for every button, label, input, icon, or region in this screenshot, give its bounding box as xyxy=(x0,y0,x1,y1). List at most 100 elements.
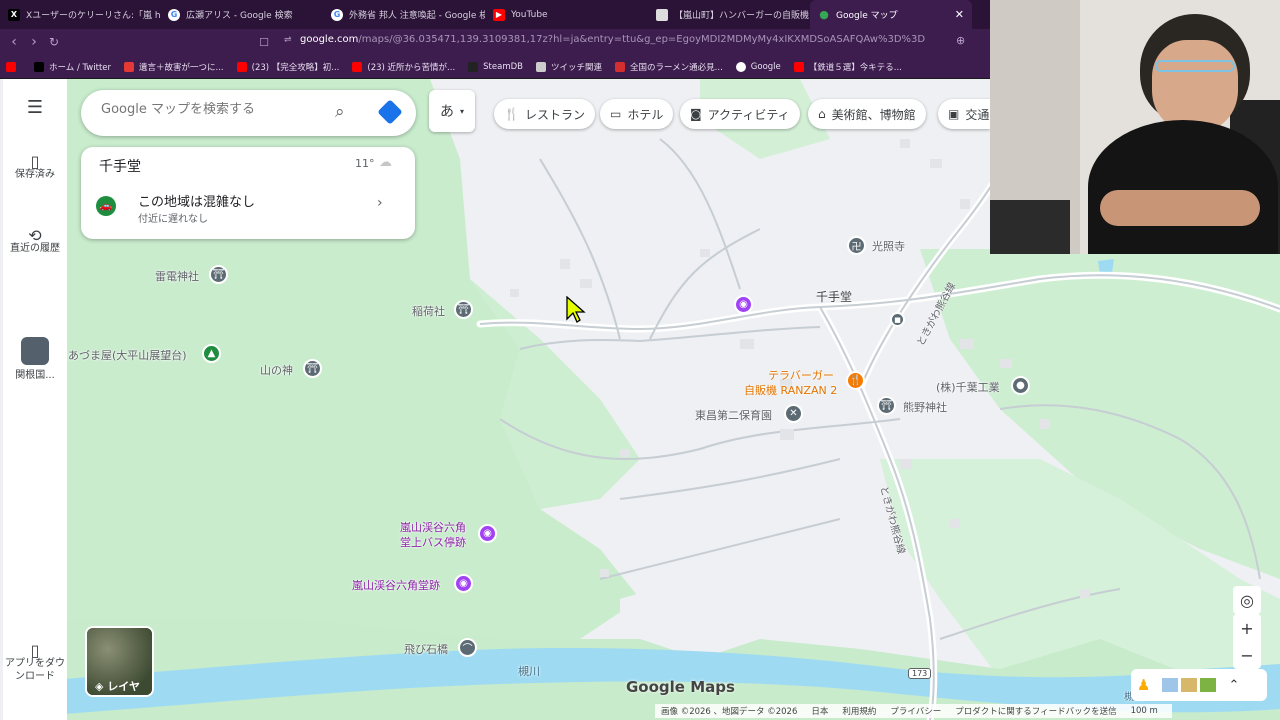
bridge-icon[interactable]: ⌒ xyxy=(458,638,477,657)
bookmark-item[interactable]: 【鉄道５選】今キテる... xyxy=(793,61,902,73)
transit-icon: ▣ xyxy=(948,107,960,121)
input-tools-button[interactable]: あ ▾ xyxy=(429,90,475,132)
bookmark-label: 【鉄道５選】今キテる... xyxy=(808,62,902,73)
business-icon[interactable]: ● xyxy=(1011,376,1030,395)
imagery-thumb[interactable] xyxy=(1200,678,1217,692)
bookmark-item[interactable]: ホーム / Twitter xyxy=(34,61,111,73)
place-label[interactable]: 嵐山渓谷六角堂跡 xyxy=(352,577,440,593)
chip-activities[interactable]: ◙ アクティビティ xyxy=(680,99,800,129)
place-label[interactable]: 飛び石橋 xyxy=(404,641,448,657)
shrine-icon[interactable]: ⛩ xyxy=(877,396,896,415)
place-label[interactable]: 山の神 xyxy=(260,362,293,378)
layers-button[interactable]: ◈ レイヤ xyxy=(85,626,154,697)
layers-icon: ◈ xyxy=(95,680,104,693)
place-label[interactable]: (株)千葉工業 xyxy=(936,379,1000,395)
rail-recent[interactable]: ⟲ 直近の履歴 xyxy=(3,228,67,255)
bookmark-item[interactable]: ツイッチ関連 xyxy=(535,61,602,73)
forward-icon[interactable]: › xyxy=(24,34,44,50)
shrine-icon[interactable]: ⛩ xyxy=(209,265,228,284)
directions-icon[interactable] xyxy=(377,99,403,125)
museum-icon: ⌂ xyxy=(818,107,826,121)
chip-restaurants[interactable]: 🍴 レストラン xyxy=(494,99,595,129)
chevron-up-icon[interactable]: ⌃ xyxy=(1228,678,1239,693)
footer-link[interactable]: 日本 xyxy=(811,705,828,717)
place-label[interactable]: 嵐山渓谷六角 xyxy=(400,519,466,535)
back-icon[interactable]: ‹ xyxy=(4,34,24,50)
place-label[interactable]: テラバーガー xyxy=(768,367,834,383)
chip-transit[interactable]: ▣ 交通 xyxy=(938,99,990,129)
place-label[interactable]: 自販機 RANZAN 2 xyxy=(744,382,837,398)
scale-label[interactable]: 100 m xyxy=(1131,706,1158,716)
bookmark-label: 全国のラーメン通必見... xyxy=(630,62,723,73)
tab-youtube[interactable]: ▶ YouTube xyxy=(485,0,648,29)
chevron-right-icon[interactable]: › xyxy=(377,195,383,211)
zoom-in-button[interactable]: + xyxy=(1233,614,1261,642)
tab-hirose[interactable]: G 広瀬アリス - Google 検索 xyxy=(160,0,323,29)
area-info-card[interactable]: 千手堂 11° ☁ 🚗 この地域は混雑なし 付近に遅れなし › xyxy=(81,147,415,239)
menu-icon[interactable]: ☰ xyxy=(3,99,67,117)
my-location-icon[interactable]: ◎ xyxy=(1233,586,1261,614)
search-icon[interactable]: ⌕ xyxy=(335,102,345,122)
traffic-sub: 付近に遅れなし xyxy=(138,214,208,225)
bookmark-item[interactable]: 遺言＋故害が一つに... xyxy=(124,61,224,73)
bookmark-item[interactable]: (23) 近所から苦情が... xyxy=(352,61,455,73)
tab-ranzan[interactable]: 【嵐山町】ハンバーガーの自販機を発見し... xyxy=(648,0,810,29)
camera-icon: ◙ xyxy=(690,107,702,121)
shrine-icon[interactable]: ⛩ xyxy=(303,359,322,378)
pegman-icon[interactable]: ♟ xyxy=(1137,676,1150,694)
bookmark-item[interactable]: (23) 【完全攻略】初... xyxy=(236,61,340,73)
tab-google-maps[interactable]: ● Google マップ ✕ xyxy=(810,0,972,29)
bookmark-item[interactable] xyxy=(6,61,21,72)
temple-icon[interactable]: 卍 xyxy=(847,236,866,255)
place-label[interactable]: 堂上バス停跡 xyxy=(400,534,466,550)
imagery-thumb[interactable] xyxy=(1162,678,1179,692)
footer-link[interactable]: プライバシー xyxy=(890,705,941,717)
street-view-panel[interactable]: ♟ ⌃ xyxy=(1131,669,1267,701)
school-icon[interactable]: ✕ xyxy=(784,404,803,423)
tab-twitter[interactable]: X Xユーザーのケリーリさん:「嵐 https://t.co/... xyxy=(0,0,160,29)
google-icon: G xyxy=(331,8,343,21)
maps-pin-icon: ● xyxy=(819,8,829,21)
close-tab-icon[interactable]: ✕ xyxy=(955,8,964,21)
footer-link[interactable]: 利用規約 xyxy=(842,705,876,717)
bookmark-label: Google xyxy=(750,61,781,72)
landmark-icon[interactable]: ◉ xyxy=(734,295,753,314)
bookmark-icon[interactable]: ☐ xyxy=(254,36,274,49)
tab-gaimusho[interactable]: G 外務省 邦人 注意喚起 - Google 検索 xyxy=(323,0,485,29)
chip-hotels[interactable]: ▭ ホテル xyxy=(600,99,674,129)
place-label[interactable]: 光照寺 xyxy=(872,238,905,254)
rail-download-app[interactable]: ▯ アプリをダウンロード xyxy=(3,643,67,683)
place-label[interactable]: あづま屋(大平山展望台) xyxy=(68,347,187,363)
bookmark-item[interactable]: SteamDB xyxy=(468,61,523,72)
footer-link[interactable]: プロダクトに関するフィードバックを送信 xyxy=(955,705,1116,717)
bookmark-item[interactable]: 全国のラーメン通必見... xyxy=(615,61,723,73)
rail-recent-place[interactable]: 関根国... xyxy=(3,337,67,382)
bus-stop-icon[interactable]: ■ xyxy=(890,312,905,327)
google-icon xyxy=(735,61,746,72)
zoom-icon[interactable]: ⊕ xyxy=(956,34,965,47)
url-field[interactable]: google.com/maps/@36.035471,139.3109381,1… xyxy=(300,34,925,45)
place-label[interactable]: 稲荷社 xyxy=(412,303,445,319)
shrine-icon[interactable]: ⛩ xyxy=(454,300,473,319)
place-label[interactable]: 東昌第二保育園 xyxy=(695,407,772,423)
landmark-icon[interactable]: ◉ xyxy=(478,524,497,543)
imagery-thumb[interactable] xyxy=(1181,678,1198,692)
place-label[interactable]: 熊野神社 xyxy=(903,399,947,415)
zoom-out-button[interactable]: − xyxy=(1233,641,1261,669)
bookmark-label: (23) 【完全攻略】初... xyxy=(251,62,340,73)
reload-icon[interactable]: ↻ xyxy=(44,35,64,49)
webcam-overlay xyxy=(990,0,1280,254)
landmark-icon[interactable]: ◉ xyxy=(454,574,473,593)
youtube-icon: ▶ xyxy=(493,8,505,21)
site-info-icon[interactable]: ⇌ xyxy=(284,35,292,45)
chip-label: 美術館、博物館 xyxy=(831,107,916,122)
place-label[interactable]: 雷電神社 xyxy=(155,268,199,284)
search-input[interactable] xyxy=(101,102,321,117)
area-title: 千手堂 xyxy=(99,159,141,175)
bookmark-item[interactable]: Google xyxy=(735,61,781,72)
rail-saved[interactable]: ▯ 保存済み xyxy=(3,154,67,181)
restaurant-icon[interactable]: 🍴 xyxy=(846,371,865,390)
place-thumbnail xyxy=(21,337,49,365)
viewpoint-icon[interactable]: ▲ xyxy=(202,344,221,363)
chip-museums[interactable]: ⌂ 美術館、博物館 xyxy=(808,99,926,129)
